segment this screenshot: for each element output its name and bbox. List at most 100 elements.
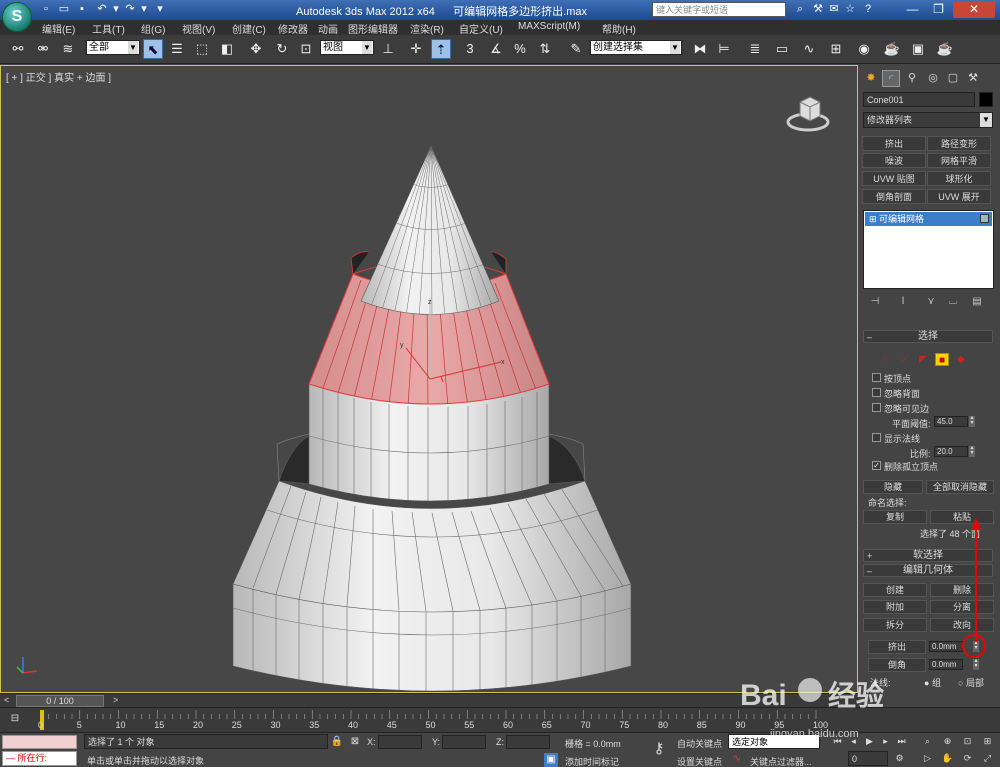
zoom-extents-all-icon[interactable]: ⊞ (980, 734, 995, 749)
copy-button[interactable]: 复制 (863, 510, 927, 524)
edge-subobject-icon[interactable]: ⟋ (898, 353, 912, 366)
open-file-icon[interactable]: ▭ (56, 2, 72, 17)
next-frame-icon[interactable]: ▸ (878, 734, 893, 749)
delete-isolated-checkbox[interactable]: ✓ (872, 461, 881, 470)
key-filters-button[interactable]: 关键点过滤器... (750, 755, 812, 767)
element-subobject-icon[interactable]: ◆ (954, 353, 968, 366)
utilities-tab-icon[interactable]: ⚒ (964, 70, 982, 87)
menu-modifiers[interactable]: 修改器 (278, 21, 308, 36)
modifier-button[interactable]: 网格平滑 (927, 153, 991, 168)
menu-graph-editors[interactable]: 图形编辑器 (348, 21, 398, 36)
modifier-stack[interactable]: ⊞ 可编辑网格 (863, 210, 994, 289)
perspective-viewport[interactable]: [ + ] 正交 ] 真实 + 边面 ] z y x (0, 65, 858, 693)
hide-button[interactable]: 隐藏 (863, 480, 923, 494)
pin-stack-icon[interactable]: ⊣ (868, 295, 882, 309)
y-coordinate-input[interactable] (442, 735, 486, 749)
help-icon[interactable]: ? (860, 2, 876, 17)
curve-editor-icon[interactable]: ∿ (799, 39, 819, 59)
menu-edit[interactable]: 编辑(E) (42, 21, 75, 36)
snap-toggle-icon[interactable]: 3 (460, 39, 480, 59)
search-icon[interactable]: ⌕ (792, 2, 808, 17)
show-normals-checkbox[interactable] (872, 433, 881, 442)
create-tab-icon[interactable]: ✸ (862, 70, 880, 87)
subscription-icon[interactable]: ⚒ (810, 2, 826, 17)
edit-named-selection-icon[interactable]: ✎ (566, 39, 586, 59)
menu-create[interactable]: 创建(C) (232, 21, 266, 36)
selection-filter-dropdown[interactable]: 全部 ▼ (86, 40, 140, 55)
add-time-tag-label[interactable]: 添加时间标记 (565, 755, 619, 767)
auto-key-button[interactable]: 自动关键点 (677, 737, 722, 750)
fov-icon[interactable]: ▷ (920, 751, 935, 766)
current-frame-input[interactable]: 0 (848, 751, 888, 766)
zoom-extents-icon[interactable]: ⊡ (960, 734, 975, 749)
planar-threshold-input[interactable]: 45.0 (934, 416, 968, 427)
play-icon[interactable]: ▶ (862, 734, 877, 749)
vertex-subobject-icon[interactable]: ⁘ (878, 353, 892, 366)
set-key-button[interactable]: 设置关键点 (677, 755, 722, 767)
modifier-button[interactable]: 路径变形 (927, 136, 991, 151)
maximize-viewport-icon[interactable]: ⤢ (980, 751, 995, 766)
ignore-visible-edges-checkbox[interactable] (872, 403, 881, 412)
maximize-button[interactable]: ❐ (926, 1, 951, 18)
object-color-swatch[interactable] (979, 92, 993, 107)
viewcube[interactable] (786, 92, 830, 134)
menu-customize[interactable]: 自定义(U) (459, 21, 503, 36)
unhide-all-button[interactable]: 全部取消隐藏 (926, 480, 994, 494)
window-crossing-icon[interactable]: ◧ (217, 39, 237, 59)
schematic-view-icon[interactable]: ⊞ (826, 39, 846, 59)
rotate-icon[interactable]: ↻ (272, 39, 292, 59)
render-production-icon[interactable]: ☕ (935, 39, 955, 59)
chamfer-button[interactable]: 倒角 (868, 658, 926, 672)
divide-button[interactable]: 拆分 (863, 618, 927, 632)
maxscript-listener[interactable]: — 所在行: (2, 751, 77, 766)
scale-icon[interactable]: ⊡ (296, 39, 316, 59)
move-icon[interactable]: ✥ (246, 39, 266, 59)
app-menu-logo[interactable]: S (2, 2, 32, 32)
modifier-button[interactable]: 球形化 (927, 171, 991, 186)
display-tab-icon[interactable]: ▢ (944, 70, 962, 87)
absolute-mode-icon[interactable]: ⊠ (348, 735, 362, 749)
menu-tools[interactable]: 工具(T) (92, 21, 125, 36)
pivot-center-icon[interactable]: ⊥ (378, 39, 398, 59)
angle-snap-icon[interactable]: ∡ (486, 39, 506, 59)
cone-model[interactable]: z y x (1, 66, 857, 692)
zoom-icon[interactable]: ⌕ (920, 734, 935, 749)
time-next-icon[interactable]: > (113, 695, 118, 705)
rect-selection-icon[interactable]: ⬚ (192, 39, 212, 59)
modify-tab-icon[interactable]: ◜ (882, 70, 900, 87)
ignore-backface-checkbox[interactable] (872, 388, 881, 397)
create-button[interactable]: 创建 (863, 583, 927, 597)
communication-icon[interactable]: ✉ (826, 2, 842, 17)
select-manipulate-icon[interactable]: ✛ (406, 39, 426, 59)
modifier-list-dropdown[interactable]: 修改器列表 ▼ (863, 112, 993, 128)
link-icon[interactable]: ⚯ (8, 39, 28, 59)
set-key-icon[interactable]: ⚷ (652, 741, 666, 756)
local-radio[interactable]: ○ 局部 (958, 676, 984, 689)
by-vertex-checkbox[interactable] (872, 373, 881, 382)
menu-views[interactable]: 视图(V) (182, 21, 215, 36)
align-icon[interactable]: ⊨ (714, 39, 734, 59)
motion-tab-icon[interactable]: ◎ (924, 70, 942, 87)
modifier-button[interactable]: UVW 展开 (927, 189, 991, 204)
mirror-icon[interactable]: ⧓ (690, 39, 710, 59)
polygon-subobject-icon[interactable]: ■ (935, 353, 949, 366)
scale-input[interactable]: 20.0 (934, 446, 968, 457)
time-slider-thumb[interactable]: 0 / 100 (16, 695, 104, 707)
modifier-button[interactable]: 挤出 (862, 136, 926, 151)
remove-modifier-icon[interactable]: ⌴ (946, 295, 960, 309)
spinner-snap-icon[interactable]: ⇅ (535, 39, 555, 59)
material-editor-icon[interactable]: ◉ (854, 39, 874, 59)
expand-icon[interactable]: ⊞ (869, 214, 879, 224)
select-object-icon[interactable]: ⬉ (143, 39, 163, 59)
layer-manager-icon[interactable]: ≣ (745, 39, 765, 59)
time-tag-icon[interactable]: ▣ (544, 753, 558, 767)
configure-modifier-sets-icon[interactable]: ▤ (970, 295, 984, 309)
spinner-arrows-icon[interactable]: ▴ ▾ (969, 415, 975, 427)
zoom-all-icon[interactable]: ⊕ (940, 734, 955, 749)
object-name-field[interactable]: Cone001 (863, 92, 975, 107)
help-search-input[interactable]: 键入关键字或短语 (652, 2, 786, 17)
bind-space-warp-icon[interactable]: ≋ (58, 39, 78, 59)
group-radio[interactable]: ● 组 (924, 676, 941, 689)
quick-access-menu-icon[interactable]: ▾ (152, 2, 168, 17)
percent-snap-icon[interactable]: % (510, 39, 530, 59)
